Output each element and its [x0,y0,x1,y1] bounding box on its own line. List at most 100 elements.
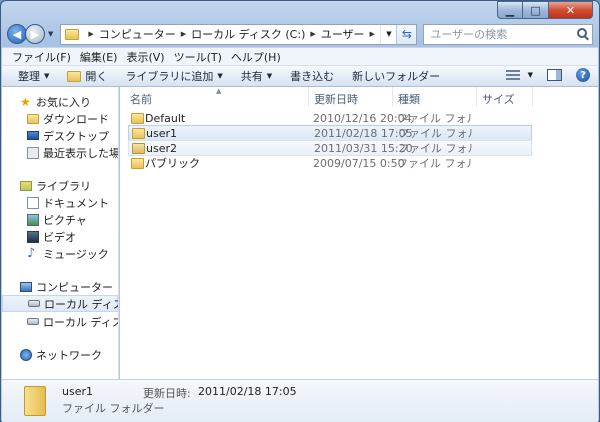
details-type: ファイル フォルダー [62,402,165,415]
chevron-right-icon[interactable]: ▶ [88,30,93,38]
close-button[interactable]: ✕ [549,1,593,19]
pictures-icon [27,213,39,226]
explorer-window: ▁ □ ✕ ◀ ▶ ▼ ▶ コンピューター ▶ ローカル ディスク (C:) ▶… [0,0,600,422]
chevron-down-icon[interactable]: ▼ [528,71,533,79]
sidebar-item-pictures[interactable]: ピクチャ [2,211,118,228]
command-bar: 整理 ▼ 開く ライブラリに追加 ▼ 共有 ▼ 書き込む 新しいフォルダー ▼ … [2,65,598,87]
add-to-library-label: ライブラリに追加 [125,70,214,83]
sidebar-item-local-disk-d[interactable]: ローカル ディスク (D:) [2,313,118,330]
column-divider[interactable] [476,87,477,107]
sidebar-item-videos[interactable]: ビデオ [2,228,118,245]
open-button[interactable]: 開く [67,68,107,84]
menu-bar: ファイル(F) 編集(E) 表示(V) ツール(T) ヘルプ(H) [2,47,598,65]
search-placeholder: ユーザーの検索 [430,28,508,41]
add-to-library-button[interactable]: ライブラリに追加 ▼ [125,68,222,84]
sort-caret-icon: ▲ [216,87,222,95]
sidebar-item-label: ドキュメント [43,196,109,210]
locked-folder-icon [132,142,145,154]
refresh-button[interactable]: ⇆ [396,24,417,44]
sidebar-item-favorites[interactable]: ★ お気に入り [2,93,118,110]
table-row[interactable]: user2 2011/03/31 15:20 ファイル フォルダー [128,140,532,156]
chevron-down-icon: ▼ [266,72,273,80]
table-row[interactable]: user1 2011/02/18 17:05 ファイル フォルダー [128,125,532,141]
folder-icon [65,28,80,40]
menu-file[interactable]: ファイル(F) [12,49,71,65]
sidebar-item-label: お気に入り [36,95,91,109]
sidebar-item-label: ライブラリ [36,179,91,193]
navigation-bar: ◀ ▶ ▼ ▶ コンピューター ▶ ローカル ディスク (C:) ▶ ユーザー … [7,23,593,45]
sidebar-item-computer[interactable]: コンピューター [2,278,118,295]
address-bar[interactable]: ▶ コンピューター ▶ ローカル ディスク (C:) ▶ ユーザー ▶ ▼ ⇆ [60,23,418,45]
column-divider[interactable] [532,87,533,107]
column-header-size[interactable]: サイズ [482,91,515,107]
search-icon[interactable] [577,27,587,38]
file-type: ファイル フォルダー [398,142,472,155]
file-type: ファイル フォルダー [398,127,472,140]
share-label: 共有 [240,70,263,83]
folder-icon [131,112,144,124]
sidebar-item-label: ローカル ディスク (C:) [44,297,118,311]
organize-button[interactable]: 整理 ▼ [18,68,49,84]
new-folder-button[interactable]: 新しいフォルダー [352,68,440,84]
address-dropdown[interactable]: ▼ [380,24,396,44]
sidebar-item-libraries[interactable]: ライブラリ [2,177,118,194]
details-date: 2011/02/18 17:05 [198,385,297,398]
system-drive-icon [28,300,40,307]
refresh-icon: ⇆ [401,27,412,41]
table-row[interactable]: パブリック 2009/07/15 0:50 ファイル フォルダー [128,155,532,171]
column-header-name[interactable]: 名前 [130,91,152,107]
breadcrumb-computer[interactable]: コンピューター [99,26,176,42]
new-folder-label: 新しいフォルダー [352,70,441,83]
sidebar-item-recent-places[interactable]: 最近表示した場所 [2,144,118,161]
details-name: user1 [62,385,93,398]
column-header-type[interactable]: 種類 [398,91,420,107]
back-arrow-icon: ◀ [12,27,22,41]
back-button[interactable]: ◀ [7,24,27,44]
sidebar-item-label: ローカル ディスク (D:) [43,315,118,329]
menu-help[interactable]: ヘルプ(H) [231,49,281,65]
recent-pages-dropdown[interactable]: ▼ [48,30,53,38]
file-name: パブリック [145,157,200,170]
sidebar-item-label: ビデオ [43,230,76,244]
sidebar-item-label: ミュージック [43,247,109,261]
share-button[interactable]: 共有 ▼ [241,68,272,84]
videos-icon [27,230,39,243]
sidebar-item-network[interactable]: ネットワーク [2,346,118,363]
menu-tools[interactable]: ツール(T) [174,49,222,65]
search-input[interactable]: ユーザーの検索 [423,23,593,45]
help-icon[interactable]: ? [576,68,590,82]
breadcrumb-users[interactable]: ユーザー [321,26,365,42]
chevron-right-icon[interactable]: ▶ [370,30,375,38]
column-divider[interactable] [308,87,309,107]
library-icon [20,180,32,191]
chevron-right-icon[interactable]: ▶ [181,30,186,38]
column-headers: ▲ 名前 更新日時 種類 サイズ [120,87,598,107]
minimize-button[interactable]: ▁ [497,1,523,19]
column-divider[interactable] [392,87,393,107]
burn-button[interactable]: 書き込む [290,68,334,84]
views-icon[interactable] [505,70,520,80]
sidebar-item-local-disk-c[interactable]: ローカル ディスク (C:) [2,295,118,312]
sidebar-item-label: ダウンロード [43,112,109,126]
music-note-icon: ♪ [27,245,36,261]
maximize-button[interactable]: □ [523,1,549,19]
breadcrumb-local-disk[interactable]: ローカル ディスク (C:) [191,26,305,42]
file-type: ファイル フォルダー [397,112,471,125]
sidebar-item-label: ピクチャ [43,213,87,227]
menu-view[interactable]: 表示(V) [126,49,164,65]
sidebar-item-documents[interactable]: ドキュメント [2,194,118,211]
downloads-folder-icon [27,113,39,124]
folder-icon [131,157,144,169]
sidebar-item-desktop[interactable]: デスクトップ [2,127,118,144]
chevron-right-icon[interactable]: ▶ [310,30,315,38]
desktop-icon [27,131,39,140]
menu-edit[interactable]: 編集(E) [80,49,118,65]
details-pane: user1 ファイル フォルダー 更新日時: 2011/02/18 17:05 [2,379,598,422]
sidebar-item-music[interactable]: ♪ ミュージック [2,245,118,262]
column-header-modified[interactable]: 更新日時 [314,91,358,107]
sidebar-item-downloads[interactable]: ダウンロード [2,110,118,127]
file-name: Default [145,111,186,125]
preview-pane-icon[interactable] [547,69,562,81]
forward-button[interactable]: ▶ [25,24,45,44]
table-row[interactable]: Default 2010/12/16 20:04 ファイル フォルダー [128,110,532,126]
